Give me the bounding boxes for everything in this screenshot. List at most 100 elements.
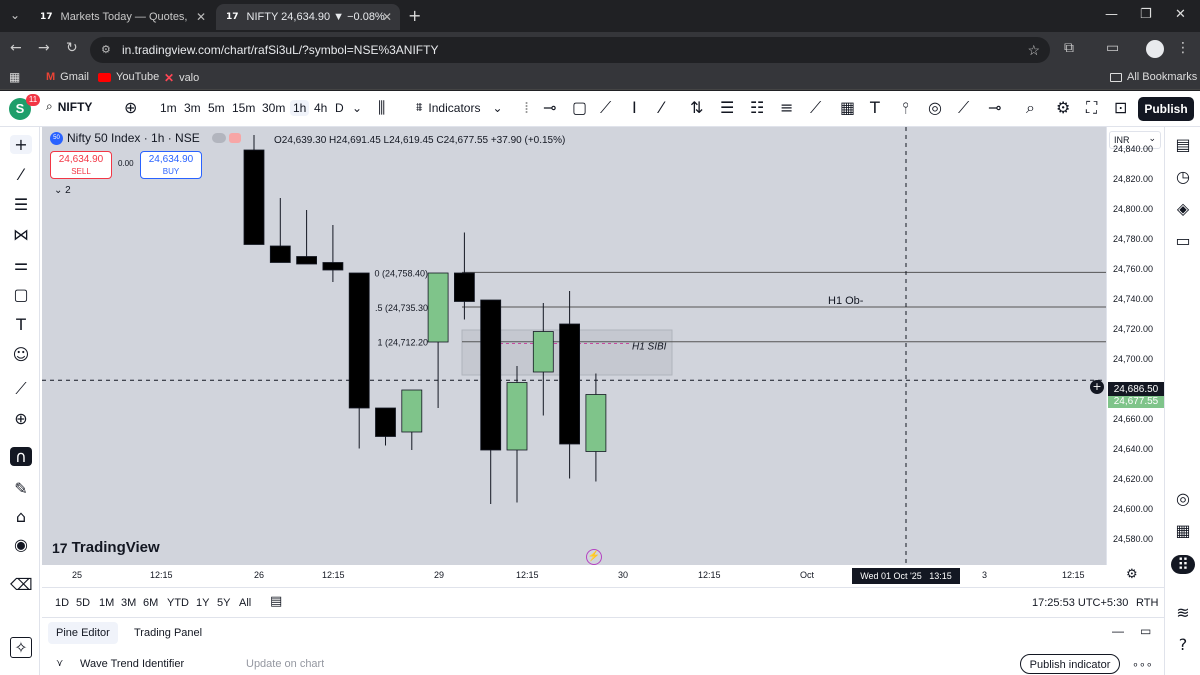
new-tab-icon[interactable]: + <box>408 6 421 25</box>
zoom-in-icon[interactable]: ⊕ <box>10 409 32 428</box>
close-tab-icon[interactable]: ✕ <box>382 10 392 24</box>
drag-handle-icon[interactable]: ⁞ <box>524 98 529 117</box>
calendar-icon[interactable]: ▦ <box>1171 521 1195 540</box>
interval-D[interactable]: D <box>335 101 344 115</box>
fib-extension-icon[interactable]: ☷ <box>750 98 764 117</box>
prediction-icon[interactable]: ⚌ <box>10 255 32 274</box>
restore-icon[interactable]: ❐ <box>1140 7 1152 22</box>
indicators-button[interactable]: ⩩ Indicators ⌄ <box>416 100 503 115</box>
legend-status-icon[interactable] <box>228 133 241 143</box>
site-info-icon[interactable]: ⚙ <box>101 37 111 63</box>
bookmark-valo[interactable]: ✕ valo <box>164 71 199 85</box>
symbol-search[interactable]: ⌕ NIFTY <box>46 99 92 114</box>
bookmark-star-icon[interactable]: ☆ <box>1027 37 1040 63</box>
crosshair-icon[interactable]: + <box>10 135 32 154</box>
tab-trading-panel[interactable]: Trading Panel <box>134 627 202 639</box>
ruler-icon[interactable]: ⟋ <box>10 379 32 399</box>
browser-tab-markets[interactable]: 17 Markets Today — Quotes, Char ✕ <box>30 4 214 30</box>
target-icon[interactable]: ◎ <box>928 98 942 117</box>
brush-rect-icon[interactable]: ▢ <box>10 285 32 304</box>
trend-line-icon[interactable]: ⁄ <box>660 98 663 117</box>
alert-search-icon[interactable]: ⌕ <box>1026 98 1035 118</box>
time-axis-settings-icon[interactable]: ⚙ <box>1126 567 1138 582</box>
horizontal-line-icon[interactable]: ⊸ <box>988 98 1001 117</box>
more-options-icon[interactable]: ∘∘∘ <box>1132 658 1153 671</box>
maximize-panel-icon[interactable]: ▭ <box>1140 624 1151 638</box>
buy-button[interactable]: 24,634.90 BUY <box>140 151 202 179</box>
tab-search-icon[interactable]: ⌄ <box>10 8 20 22</box>
text-tool-icon[interactable]: T <box>870 98 880 117</box>
all-bookmarks[interactable]: All Bookmarks <box>1110 71 1197 83</box>
range-1M[interactable]: 1M <box>99 597 114 609</box>
range-All[interactable]: All <box>239 597 251 609</box>
legend-eye-icon[interactable] <box>211 133 226 143</box>
chevron-down-icon[interactable]: ⋎ <box>56 658 63 669</box>
browser-tab-nifty[interactable]: 17 NIFTY 24,634.90 ▼ −0.08% Unn ✕ <box>216 4 400 30</box>
alerts-clock-icon[interactable]: ◷ <box>1171 167 1195 186</box>
interval-1h[interactable]: 1h <box>290 100 310 116</box>
add-alert-icon[interactable]: + <box>1090 380 1104 394</box>
cast-icon[interactable]: ▭ <box>1106 40 1119 56</box>
compare-symbol-icon[interactable]: ⊕ <box>124 98 137 117</box>
path-icon[interactable]: ⟋ <box>600 98 611 118</box>
compass-icon[interactable]: ◎ <box>1171 489 1195 508</box>
broadcast-icon[interactable]: ≋ <box>1171 603 1195 622</box>
watchlist-icon[interactable]: ▤ <box>1171 135 1195 154</box>
bookmark-gmail[interactable]: M Gmail <box>46 71 89 83</box>
script-name[interactable]: Wave Trend Identifier <box>80 658 184 672</box>
price-axis[interactable]: INR ⌄ 24,840.00 24,820.00 24,800.00 24,780.… <box>1106 127 1164 579</box>
chat-icon[interactable]: ▭ <box>1171 231 1195 250</box>
grid-icon[interactable]: ▦ <box>840 98 855 117</box>
goto-date-icon[interactable]: ▤ <box>270 594 282 609</box>
back-icon[interactable]: ← <box>10 40 22 56</box>
camera-icon[interactable]: ⊡ <box>1114 98 1127 117</box>
collapse-indicators-toggle[interactable]: ⌄ 2 <box>54 185 71 196</box>
magnet-icon[interactable]: ∩ <box>10 447 32 466</box>
interval-4h[interactable]: 4h <box>314 101 327 115</box>
eye-icon[interactable]: ◉ <box>10 535 32 554</box>
range-5D[interactable]: 5D <box>76 597 90 609</box>
tab-pine-editor[interactable]: Pine Editor <box>48 622 118 644</box>
close-window-icon[interactable]: ✕ <box>1175 7 1186 22</box>
chart-canvas[interactable]: 0 (24,758.40) .5 (24,735.30 1 (24,712.20 H1… <box>42 127 1106 579</box>
range-YTD[interactable]: YTD <box>167 597 189 609</box>
text-icon[interactable]: T <box>10 315 32 334</box>
publish-button[interactable]: Publish <box>1138 97 1194 121</box>
range-6M[interactable]: 6M <box>143 597 158 609</box>
pattern-icon[interactable]: ⋈ <box>10 225 32 244</box>
minimize-panel-icon[interactable]: — <box>1112 624 1124 638</box>
interval-1m[interactable]: 1m <box>160 101 177 115</box>
fib-icon[interactable]: ☰ <box>10 195 32 214</box>
lock-icon[interactable]: ⌂ <box>10 507 32 526</box>
range-3M[interactable]: 3M <box>121 597 136 609</box>
apps-dots-icon[interactable]: ⠿ <box>1171 555 1195 574</box>
clock-readout[interactable]: 17:25:53 UTC+5:30 <box>1032 597 1128 609</box>
chevron-down-icon[interactable]: ⌄ <box>352 101 362 115</box>
range-5Y[interactable]: 5Y <box>217 597 230 609</box>
profile-avatar[interactable] <box>1146 40 1164 58</box>
time-axis[interactable]: 25 12:15 26 12:15 29 12:15 30 12:15 Oct 3 12:15 We… <box>42 565 1164 587</box>
extensions-icon[interactable]: ⧉ <box>1064 40 1074 56</box>
long-position-icon[interactable]: ⇅ <box>690 98 703 117</box>
interval-15m[interactable]: 15m <box>232 101 255 115</box>
range-1Y[interactable]: 1Y <box>196 597 209 609</box>
interval-5m[interactable]: 5m <box>208 101 225 115</box>
fullscreen-icon[interactable]: ⛶ <box>1086 98 1097 118</box>
url-input[interactable]: ⚙ in.tradingview.com/chart/rafSi3uL/?sym… <box>90 37 1050 63</box>
smiley-icon[interactable]: ☺ <box>10 345 32 364</box>
sell-button[interactable]: 24,634.90 SELL <box>50 151 112 179</box>
apps-grid-icon[interactable]: ▦ <box>9 70 20 84</box>
reload-icon[interactable]: ↻ <box>66 40 78 56</box>
rectangle-icon[interactable]: ▢ <box>572 98 587 117</box>
candles-type-icon[interactable]: ⫼ <box>378 98 385 118</box>
lock-drawing-icon[interactable]: ✎ <box>10 479 32 498</box>
help-icon[interactable]: ? <box>1171 635 1195 654</box>
chart-pane[interactable]: 0 (24,758.40) .5 (24,735.30 1 (24,712.20 H1… <box>42 127 1106 579</box>
lightning-icon[interactable]: ⚡ <box>586 549 602 565</box>
horizontal-ray-icon[interactable]: ⊸ <box>543 98 556 117</box>
interval-3m[interactable]: 3m <box>184 101 201 115</box>
close-tab-icon[interactable]: ✕ <box>196 10 206 24</box>
interval-30m[interactable]: 30m <box>262 101 285 115</box>
minimize-icon[interactable]: — <box>1105 7 1118 22</box>
trash-icon[interactable]: ⌫ <box>10 575 33 594</box>
